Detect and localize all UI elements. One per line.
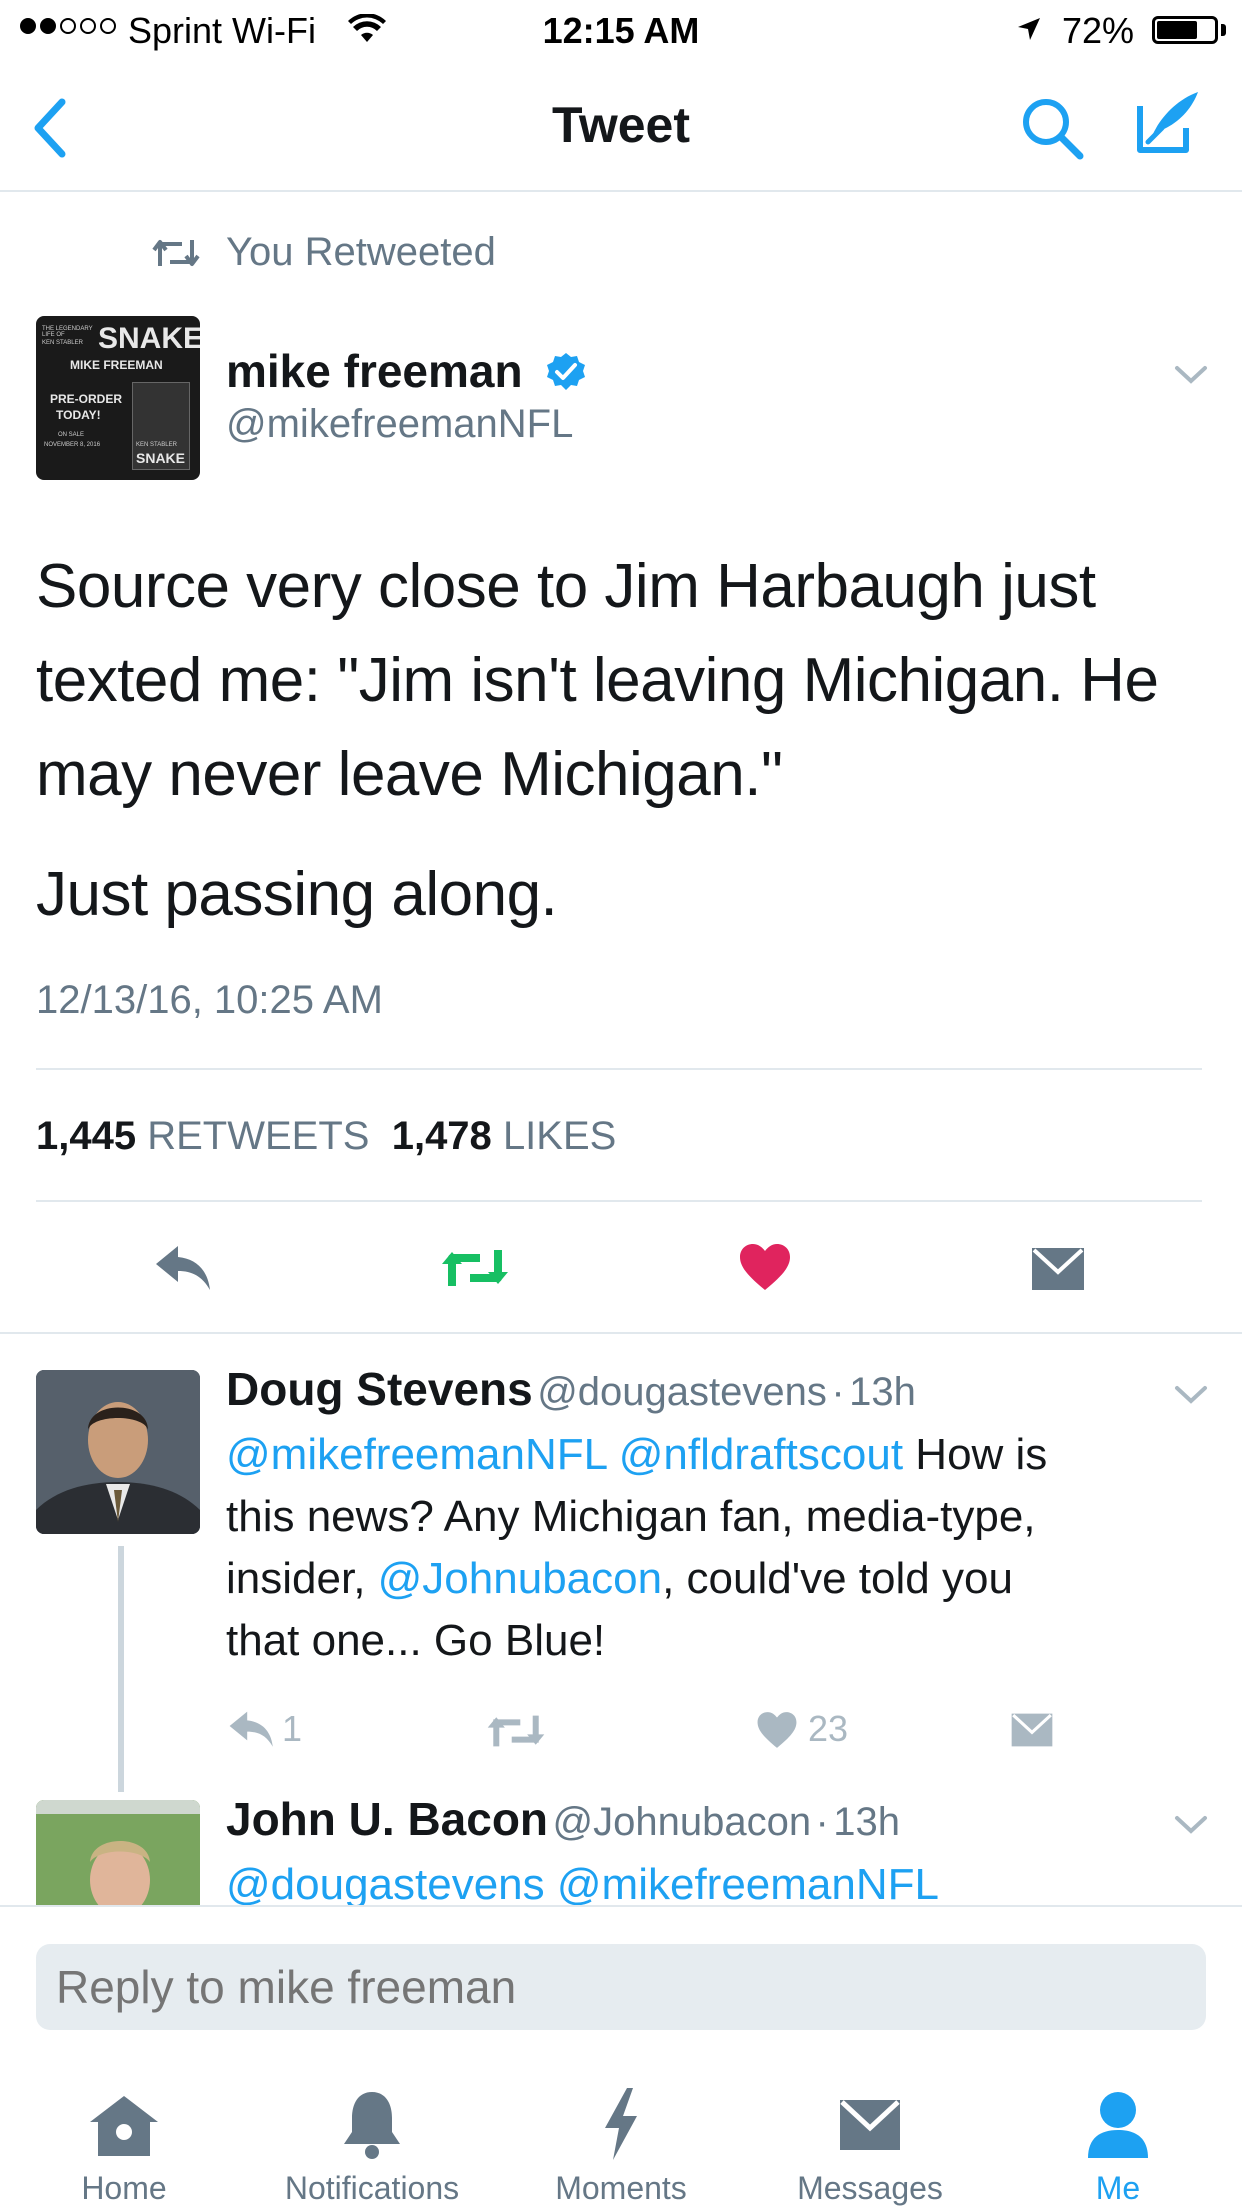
tweet-text-paragraph-2: Just passing along.	[36, 860, 558, 929]
compose-icon[interactable]	[1132, 88, 1204, 158]
counts-divider	[36, 1200, 1202, 1202]
mention-link[interactable]: @Johnubacon	[378, 1554, 662, 1603]
reply-reply-icon[interactable]	[228, 1710, 276, 1750]
tab-home[interactable]: Home	[4, 2066, 244, 2208]
reply-text-line-1: @mikefreemanNFL @nfldraftscout How is	[226, 1430, 1048, 1479]
reply-text-line-2: this news? Any Michigan fan, media-type,	[226, 1492, 1036, 1541]
mention-link[interactable]: @mikefreemanNFL	[226, 1430, 606, 1479]
composer-divider	[0, 1905, 1242, 1907]
tab-label: Me	[1095, 2170, 1141, 2206]
verified-badge-icon	[547, 353, 585, 390]
battery-icon	[1152, 16, 1218, 44]
reply-separator: ·	[831, 1370, 845, 1414]
battery-percent: 72%	[1061, 10, 1134, 51]
conversation-thread-line	[118, 1546, 124, 1792]
reply-avatar-john-bacon[interactable]	[36, 1800, 200, 1905]
engagement-counts: 1,445 RETWEETS 1,478 LIKES	[36, 1114, 616, 1159]
reply-options-chevron-icon[interactable]	[1174, 1814, 1208, 1836]
location-arrow-icon	[1018, 18, 1040, 40]
retweet-label: You Retweeted	[226, 230, 496, 274]
mention-link[interactable]: @dougastevens	[226, 1860, 545, 1905]
nav-divider	[0, 190, 1242, 192]
timestamp-divider	[36, 1068, 1202, 1070]
tab-messages[interactable]: Messages	[750, 2066, 990, 2208]
author-handle[interactable]: @mikefreemanNFL	[226, 402, 573, 447]
likes-count[interactable]: 1,478	[392, 1114, 492, 1158]
tweet-text-line-3: may never leave Michigan."	[36, 740, 783, 809]
reply-author-handle[interactable]: @Johnubacon	[552, 1800, 811, 1844]
reply-text-line-4: that one... Go Blue!	[226, 1616, 606, 1665]
reply-text-line-3: insider, @Johnubacon, could've told you	[226, 1554, 1013, 1603]
reply-separator: ·	[815, 1800, 829, 1844]
reply-avatar-doug-stevens[interactable]	[36, 1370, 200, 1534]
reply-text-line-1: @dougastevens @mikefreemanNFL	[226, 1854, 939, 1905]
retweet-icon[interactable]	[440, 1246, 510, 1290]
tab-label: Moments	[555, 2170, 687, 2206]
likes-label[interactable]: LIKES	[503, 1114, 616, 1158]
tweet-text-line-1: Source very close to Jim Harbaugh just	[36, 552, 1096, 621]
home-icon	[90, 2096, 158, 2156]
reply-header: Doug Stevens @dougastevens · 13h	[226, 1362, 916, 1416]
reply-dm-icon[interactable]	[1010, 1712, 1054, 1748]
tab-notifications[interactable]: Notifications	[252, 2066, 492, 2208]
tab-me[interactable]: Me	[998, 2066, 1238, 2208]
tab-label: Home	[81, 2170, 167, 2206]
lightning-icon	[605, 2088, 637, 2160]
reply-item-2: John U. Bacon @Johnubacon · 13h @dougast…	[0, 1790, 1242, 1905]
action-bar-divider	[0, 1332, 1242, 1334]
reply-header-2: John U. Bacon @Johnubacon · 13h	[226, 1792, 900, 1846]
reply-retweet-icon[interactable]	[486, 1712, 546, 1750]
tweet-timestamp: 12/13/16, 10:25 AM	[36, 978, 383, 1022]
envelope-icon	[840, 2100, 900, 2150]
retweets-count[interactable]: 1,445	[36, 1114, 136, 1158]
reply-icon[interactable]	[154, 1244, 214, 1294]
reply-time: 13h	[849, 1370, 916, 1414]
reply-author-name[interactable]: John U. Bacon	[226, 1793, 548, 1845]
author-name[interactable]: mike freeman	[226, 344, 523, 398]
reply-composer-input[interactable]	[36, 1944, 1206, 2030]
reply-options-chevron-icon[interactable]	[1174, 1384, 1208, 1406]
reply-time: 13h	[833, 1800, 901, 1844]
tab-label: Messages	[797, 2170, 943, 2206]
tweet-text-line-2: texted me: "Jim isn't leaving Michigan. …	[36, 646, 1159, 715]
tab-bar: Home Notifications Moments Messages Me	[0, 2066, 1242, 2208]
retweeted-icon	[152, 240, 200, 266]
like-heart-icon[interactable]	[738, 1242, 792, 1292]
retweets-label[interactable]: RETWEETS	[147, 1114, 369, 1158]
tab-moments[interactable]: Moments	[501, 2066, 741, 2208]
direct-message-icon[interactable]	[1030, 1246, 1086, 1292]
author-avatar[interactable]: THE LEGENDARY LIFE OF KEN STABLER SNAKE …	[36, 316, 200, 480]
search-icon[interactable]	[1020, 96, 1086, 162]
status-bar: Sprint Wi-Fi 12:15 AM 72%	[0, 0, 1242, 62]
reply-like-icon[interactable]	[756, 1710, 798, 1750]
bell-icon	[344, 2092, 400, 2159]
mention-link[interactable]: @mikefreemanNFL	[557, 1860, 939, 1905]
reply-reply-count: 1	[282, 1708, 303, 1749]
mention-link[interactable]: @nfldraftscout	[619, 1430, 903, 1479]
reply-like-count: 23	[808, 1708, 849, 1749]
status-time: 12:15 AM	[542, 10, 700, 51]
reply-author-handle[interactable]: @dougastevens	[537, 1370, 827, 1414]
reply-author-name[interactable]: Doug Stevens	[226, 1363, 533, 1415]
tweet-options-chevron-icon[interactable]	[1174, 364, 1208, 386]
tab-label: Notifications	[284, 2170, 460, 2206]
person-icon	[1088, 2092, 1148, 2158]
